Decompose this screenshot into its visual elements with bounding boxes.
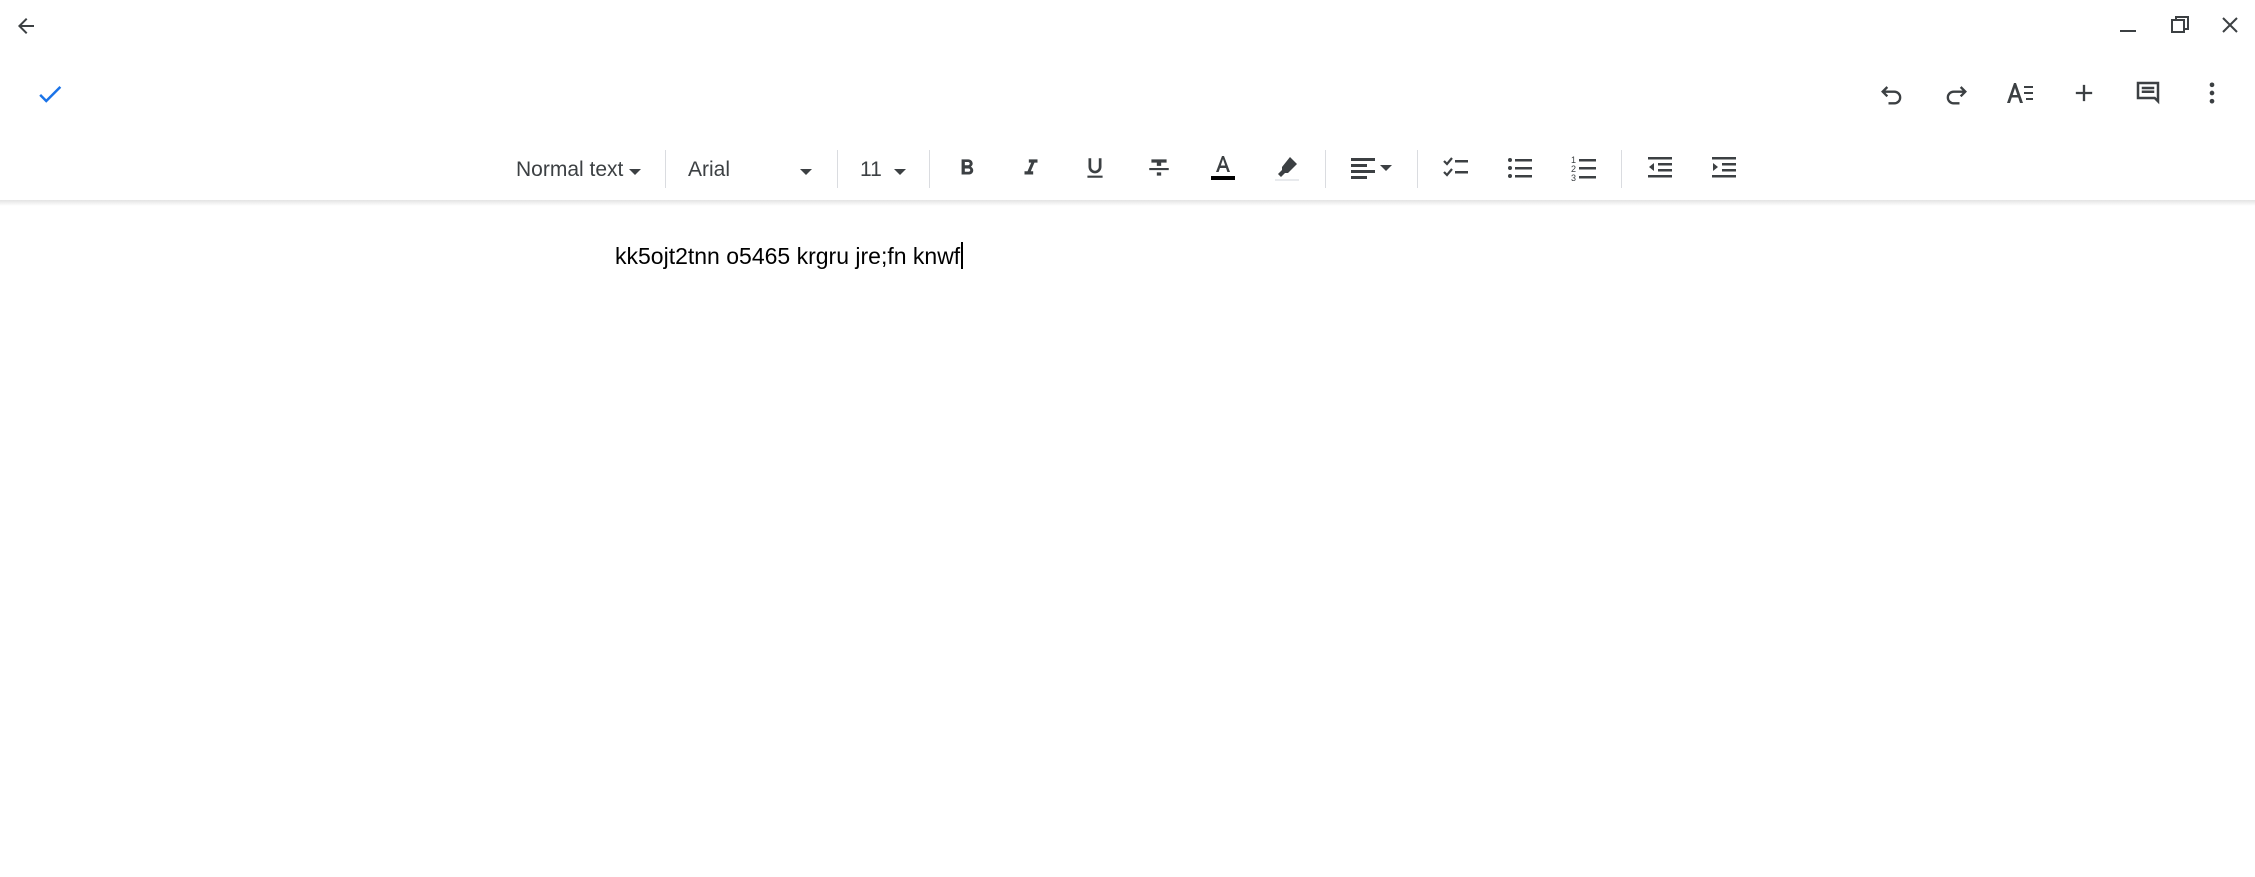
toolbar-divider (665, 150, 666, 188)
text-format-button[interactable] (1998, 71, 2042, 115)
document-paragraph[interactable]: kk5ojt2tnn o5465 krgru jre;fn knwf (615, 240, 964, 272)
chevron-down-icon (799, 164, 813, 182)
document-text: kk5ojt2tnn o5465 krgru jre;fn knwf (615, 243, 961, 269)
toolbar-divider (1325, 150, 1326, 188)
minimize-icon (2117, 15, 2139, 37)
font-size-dropdown[interactable]: 11 (850, 140, 915, 200)
underline-button[interactable] (1071, 146, 1119, 194)
strikethrough-button[interactable] (1135, 146, 1183, 194)
paragraph-style-value: Normal text (516, 158, 624, 181)
toolbar-divider (1417, 150, 1418, 188)
chevron-down-icon (893, 164, 907, 182)
restore-icon (2169, 14, 2191, 36)
plus-icon (2070, 79, 2098, 107)
toolbar-divider (1621, 150, 1622, 188)
numbered-list-icon: 123 (1570, 154, 1598, 187)
font-family-value: Arial (688, 158, 731, 181)
more-options-button[interactable] (2190, 71, 2234, 115)
svg-text:3: 3 (1571, 173, 1576, 182)
checklist-button[interactable] (1432, 146, 1480, 194)
text-color-icon (1208, 153, 1238, 188)
chevron-down-icon (628, 164, 642, 182)
close-icon (2219, 14, 2241, 36)
increase-indent-icon (1710, 155, 1738, 186)
text-cursor (961, 242, 964, 269)
text-color-button[interactable] (1199, 146, 1247, 194)
align-dropdown[interactable] (1344, 146, 1400, 194)
highlight-icon (1272, 153, 1302, 188)
bulleted-list-icon (1506, 155, 1534, 186)
paragraph-style-dropdown[interactable]: Normal text (510, 140, 645, 200)
document-canvas[interactable] (0, 206, 2255, 877)
check-icon (35, 79, 65, 109)
toolbar-divider (837, 150, 838, 188)
italic-icon (1018, 155, 1044, 186)
numbered-list-button[interactable]: 123 (1560, 146, 1608, 194)
font-size-value: 11 (860, 158, 882, 181)
comment-icon (2133, 78, 2163, 108)
text-format-icon (2005, 78, 2035, 108)
bulleted-list-button[interactable] (1496, 146, 1544, 194)
toolbar-divider (929, 150, 930, 188)
arrow-left-icon (14, 14, 38, 38)
comment-button[interactable] (2126, 71, 2170, 115)
redo-icon (1942, 80, 1970, 108)
italic-button[interactable] (1007, 146, 1055, 194)
bold-icon (954, 155, 980, 186)
close-button[interactable] (2212, 7, 2248, 43)
increase-indent-button[interactable] (1700, 146, 1748, 194)
undo-icon (1878, 80, 1906, 108)
restore-button[interactable] (2162, 7, 2198, 43)
highlight-color-button[interactable] (1263, 146, 1311, 194)
undo-button[interactable] (1870, 72, 1914, 116)
more-vert-icon (2198, 79, 2226, 107)
decrease-indent-icon (1646, 155, 1674, 186)
done-button[interactable] (28, 72, 72, 116)
checklist-icon (1442, 155, 1470, 186)
font-family-dropdown[interactable]: Arial (680, 140, 820, 200)
minimize-button[interactable] (2110, 8, 2146, 44)
decrease-indent-button[interactable] (1636, 146, 1684, 194)
underline-icon (1082, 155, 1108, 186)
insert-button[interactable] (2062, 71, 2106, 115)
bold-button[interactable] (943, 146, 991, 194)
back-button[interactable] (8, 8, 44, 44)
redo-button[interactable] (1934, 72, 1978, 116)
align-icon (1349, 155, 1395, 186)
strikethrough-icon (1146, 155, 1172, 186)
formatting-toolbar (0, 140, 2255, 200)
